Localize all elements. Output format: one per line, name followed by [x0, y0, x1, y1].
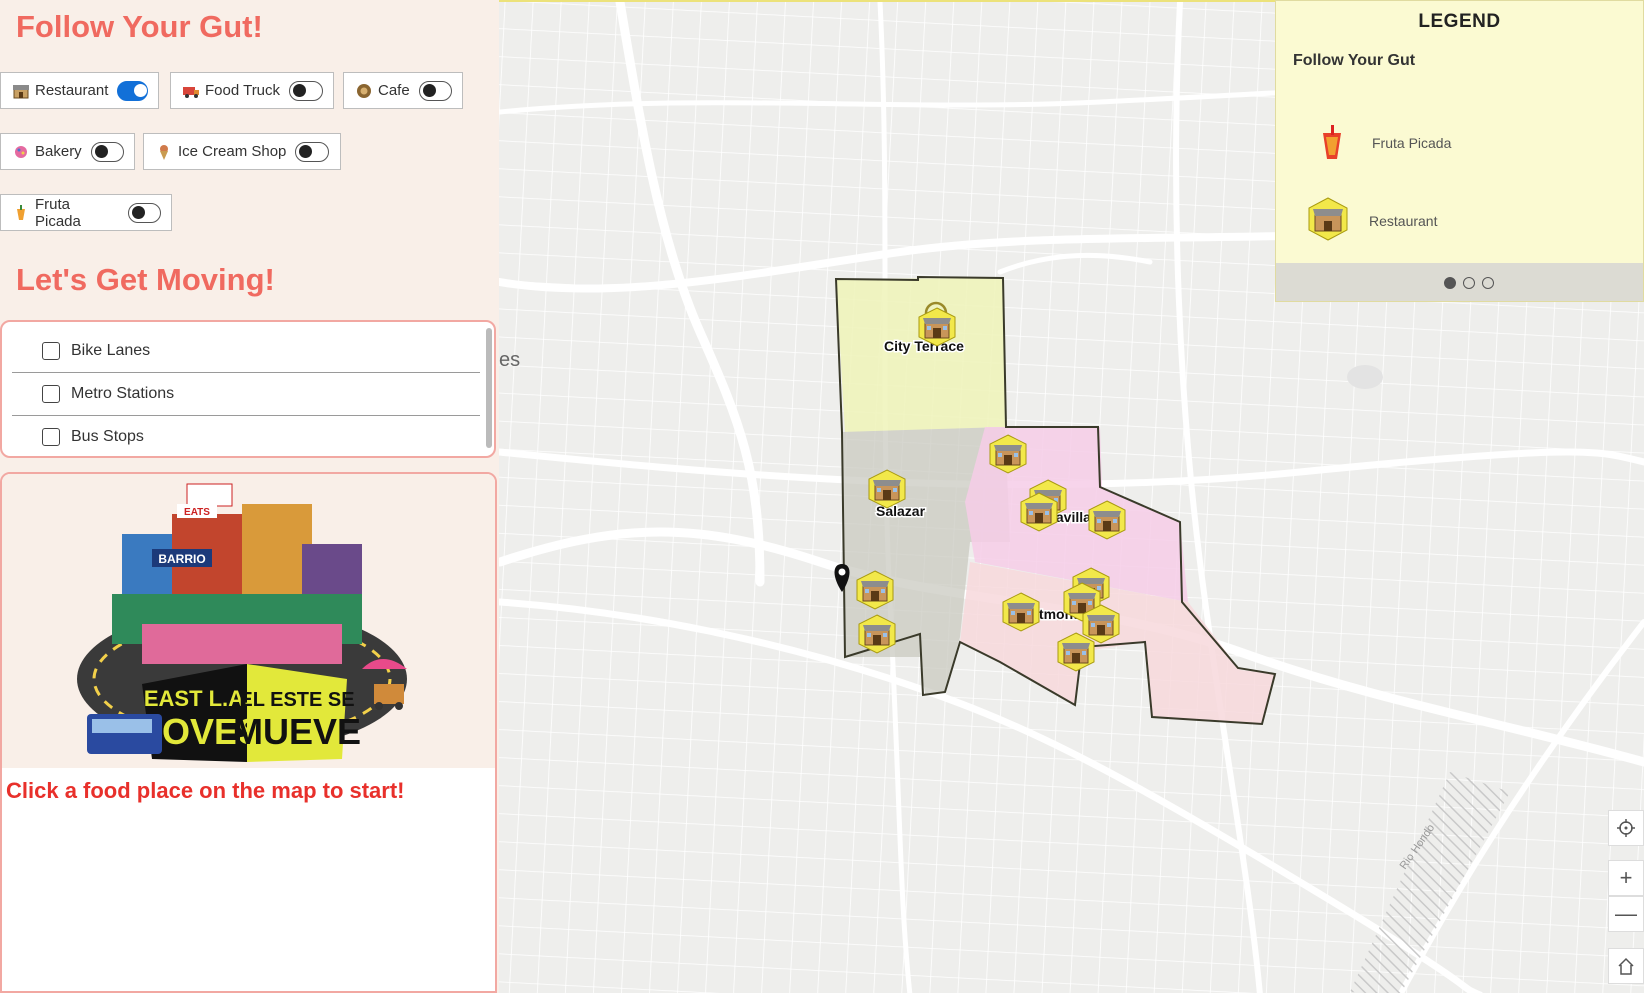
metro-stations-checkbox[interactable]: [42, 385, 60, 403]
filter-cafe[interactable]: Cafe: [343, 72, 463, 109]
crosshair-icon: [1617, 819, 1635, 837]
home-icon: [1618, 957, 1634, 975]
info-panel: BARRIO EATS EAST L.A. MOVES EL ESTE SE M…: [0, 472, 497, 993]
neighborhood-label: City Terrace: [884, 338, 964, 354]
cafe-toggle[interactable]: [418, 80, 452, 101]
layer-bus-stops[interactable]: Bus Stops: [12, 416, 480, 458]
layer-label: Metro Stations: [71, 385, 175, 402]
legend-panel: LEGEND Follow Your Gut Fruta Picada Rest…: [1275, 0, 1644, 302]
sidebar: Follow Your Gut! Restaurant Food Truck C…: [0, 0, 499, 993]
filter-bakery[interactable]: Bakery: [0, 133, 135, 170]
fruta-picada-icon: [12, 204, 30, 222]
artwork-sign: BARRIO: [158, 552, 205, 566]
food-truck-toggle[interactable]: [289, 80, 323, 101]
artwork-sign: EATS: [184, 507, 210, 518]
transit-layers-list: Bike Lanes Metro Stations Bus Stops: [0, 320, 496, 458]
call-to-action: Click a food place on the map to start!: [6, 778, 405, 803]
bike-lanes-checkbox[interactable]: [42, 342, 60, 360]
legend-item-label: Restaurant: [1369, 213, 1438, 229]
fruta-picada-toggle[interactable]: [127, 202, 161, 223]
bakery-toggle[interactable]: [90, 141, 124, 162]
artwork-text: EAST L.A.: [144, 686, 250, 711]
page-dot-3[interactable]: [1482, 277, 1494, 289]
layer-label: Bus Stops: [71, 428, 144, 445]
filter-label: Ice Cream Shop: [178, 143, 287, 160]
legend-pagination: [1276, 263, 1643, 301]
filter-label: Cafe: [378, 82, 410, 99]
legend-item-label: Fruta Picada: [1372, 135, 1452, 151]
zoom-out-button[interactable]: —: [1608, 896, 1644, 932]
legend-title: LEGEND: [1418, 11, 1501, 32]
artwork-text: MUEVE: [233, 711, 361, 752]
zoom-in-button[interactable]: +: [1608, 860, 1644, 896]
list-scrollbar[interactable]: [486, 328, 492, 448]
locate-button[interactable]: [1608, 810, 1644, 846]
section-title: Let's Get Moving!: [16, 262, 275, 297]
legend-layer-name: Follow Your Gut: [1293, 52, 1416, 69]
ice-cream-icon: [155, 143, 173, 161]
filter-label: Food Truck: [205, 82, 281, 99]
filter-food-truck[interactable]: Food Truck: [170, 72, 334, 109]
layer-bike-lanes[interactable]: Bike Lanes: [12, 330, 480, 373]
restaurant-icon: [12, 82, 30, 100]
page-dot-2[interactable]: [1463, 277, 1475, 289]
filter-label: Restaurant: [35, 82, 109, 99]
restaurant-icon: [1306, 197, 1350, 246]
layer-metro-stations[interactable]: Metro Stations: [12, 373, 480, 416]
fruta-picada-icon: [1318, 125, 1346, 166]
page-dot-1[interactable]: [1444, 277, 1456, 289]
layer-label: Bike Lanes: [71, 342, 151, 359]
page-title: Follow Your Gut!: [16, 9, 263, 44]
home-button[interactable]: [1608, 948, 1644, 984]
bakery-icon: [12, 143, 30, 161]
ice-cream-toggle[interactable]: [295, 141, 330, 162]
artwork-text: EL ESTE SE: [239, 689, 354, 711]
zone-city-terrace[interactable]: [836, 278, 1005, 432]
bus-stops-checkbox[interactable]: [42, 428, 60, 446]
filter-ice-cream-shop[interactable]: Ice Cream Shop: [143, 133, 341, 170]
filter-label: Fruta Picada: [35, 195, 81, 230]
east-la-moves-artwork: BARRIO EATS EAST L.A. MOVES EL ESTE SE M…: [2, 474, 495, 768]
filter-fruta-picada[interactable]: Fruta Picada: [0, 194, 172, 231]
cafe-icon: [355, 82, 373, 100]
food-truck-icon: [182, 82, 200, 100]
filter-label: Bakery: [35, 143, 82, 160]
filter-restaurant[interactable]: Restaurant: [0, 72, 159, 109]
place-label: es: [499, 349, 520, 371]
restaurant-toggle[interactable]: [117, 80, 148, 101]
